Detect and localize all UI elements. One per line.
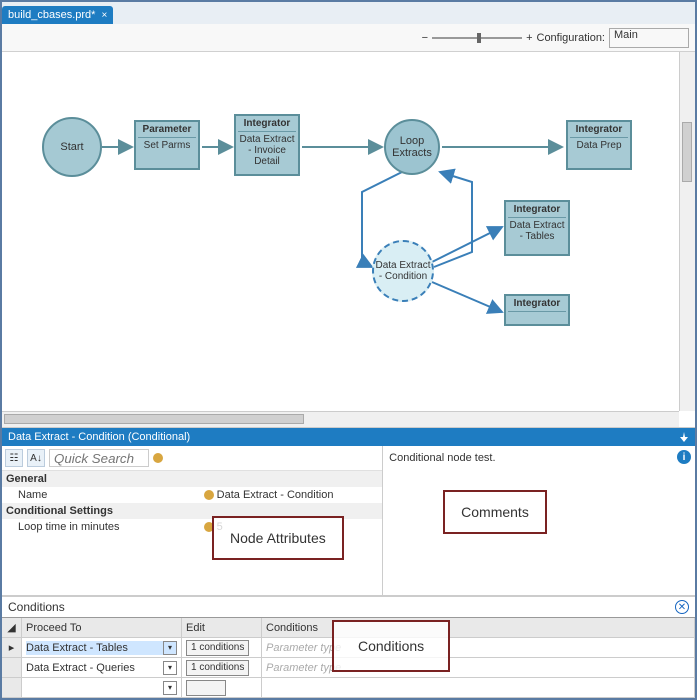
node-loop[interactable]: Loop Extracts [384,119,440,175]
category-general[interactable]: General [2,471,382,487]
configuration-value: Main [614,29,638,41]
canvas-hscroll[interactable] [2,411,679,427]
configuration-label: Configuration: [537,32,606,44]
chevron-down-icon[interactable]: ▾ [163,641,177,655]
sort-az-icon[interactable]: A↓ [27,449,45,467]
toolbar-row: − + Configuration: Main [2,24,695,52]
conditions-cell [262,678,695,698]
node-integrator-invoice[interactable]: Integrator Data Extract - Invoice Detail [234,114,300,176]
zoom-slider[interactable] [432,37,522,39]
conditions-header-row: ◢ Proceed To Edit Conditions [2,618,695,638]
zoom-plus-icon[interactable]: + [526,32,532,44]
node-parameter[interactable]: Parameter Set Parms [134,120,200,170]
edit-conditions-button[interactable] [182,678,262,698]
search-input[interactable] [49,449,149,467]
close-icon[interactable]: × [101,10,107,21]
grid-corner-icon[interactable]: ◢ [2,618,22,638]
chevron-down-icon[interactable]: ▾ [163,681,177,695]
properties-panel-title: Data Extract - Condition (Conditional) [8,431,190,443]
flow-canvas[interactable]: Start Parameter Set Parms Integrator Dat… [2,52,695,428]
conditions-panel: Conditions ✕ ◢ Proceed To Edit Condition… [2,596,695,698]
prop-name-label: Name [2,487,200,503]
token-icon [204,490,214,500]
info-icon[interactable]: i [677,450,691,464]
conditions-grid: ◢ Proceed To Edit Conditions ▸ Data Extr… [2,617,695,698]
property-toolbar: ☷ A↓ [2,446,382,471]
chevron-down-icon[interactable]: ▾ [163,661,177,675]
header-conditions[interactable]: Conditions [262,618,695,638]
conditions-close-icon[interactable]: ✕ [675,600,689,614]
comments-panel: i Conditional node test. Comments [383,446,695,595]
configuration-select[interactable]: Main [609,28,689,48]
comments-text[interactable]: Conditional node test. [387,450,691,466]
properties-panel-header: Data Extract - Condition (Conditional) [2,428,695,446]
file-tab[interactable]: build_cbases.prd* × [2,6,113,24]
prop-row-loop-time: Loop time in minutes 5 [2,519,382,535]
file-tab-label: build_cbases.prd* [8,9,95,21]
conditions-title: Conditions [8,600,65,614]
node-integrator-bottom[interactable]: Integrator [504,294,570,326]
prop-loop-value[interactable]: 5 [200,519,382,535]
node-integrator-tables[interactable]: Integrator Data Extract - Tables [504,200,570,256]
canvas-vscroll[interactable] [679,52,695,411]
conditions-row: ▸ Data Extract - Tables▾ 1 conditions Pa… [2,638,695,658]
row-handle-icon[interactable] [2,658,22,678]
categorize-icon[interactable]: ☷ [5,449,23,467]
node-start[interactable]: Start [42,117,102,177]
zoom-minus-icon[interactable]: − [422,32,428,44]
category-conditional-settings[interactable]: Conditional Settings [2,503,382,519]
proceed-to-select[interactable]: Data Extract - Tables▾ [22,638,182,658]
conditions-row: ▾ [2,678,695,698]
prop-name-value[interactable]: Data Extract - Condition [200,487,382,503]
edit-conditions-button[interactable]: 1 conditions [182,638,262,658]
conditions-row: Data Extract - Queries▾ 1 conditions Par… [2,658,695,678]
node-conditional[interactable]: Data Extract - Condition [372,240,434,302]
properties-panel: ☷ A↓ General Name Data Extract - Conditi… [2,446,695,596]
zoom-slider-thumb[interactable] [477,33,481,43]
header-proceed-to[interactable]: Proceed To [22,618,182,638]
proceed-to-select[interactable]: ▾ [22,678,182,698]
edit-conditions-button[interactable]: 1 conditions [182,658,262,678]
prop-loop-label: Loop time in minutes [2,519,200,535]
token-icon[interactable] [153,453,163,463]
node-integrator-dataprep[interactable]: Integrator Data Prep [566,120,632,170]
flow-connectors [2,52,695,427]
pin-icon[interactable] [679,432,689,442]
conditions-cell: Parameter type [262,638,695,658]
conditions-cell: Parameter type [262,658,695,678]
prop-row-name: Name Data Extract - Condition [2,487,382,503]
header-edit[interactable]: Edit [182,618,262,638]
row-handle-icon[interactable]: ▸ [2,638,22,658]
proceed-to-select[interactable]: Data Extract - Queries▾ [22,658,182,678]
row-handle-icon[interactable] [2,678,22,698]
callout-comments: Comments [443,490,547,534]
token-icon [204,522,214,532]
property-grid: ☷ A↓ General Name Data Extract - Conditi… [2,446,383,595]
tab-bar: build_cbases.prd* × [2,2,695,24]
